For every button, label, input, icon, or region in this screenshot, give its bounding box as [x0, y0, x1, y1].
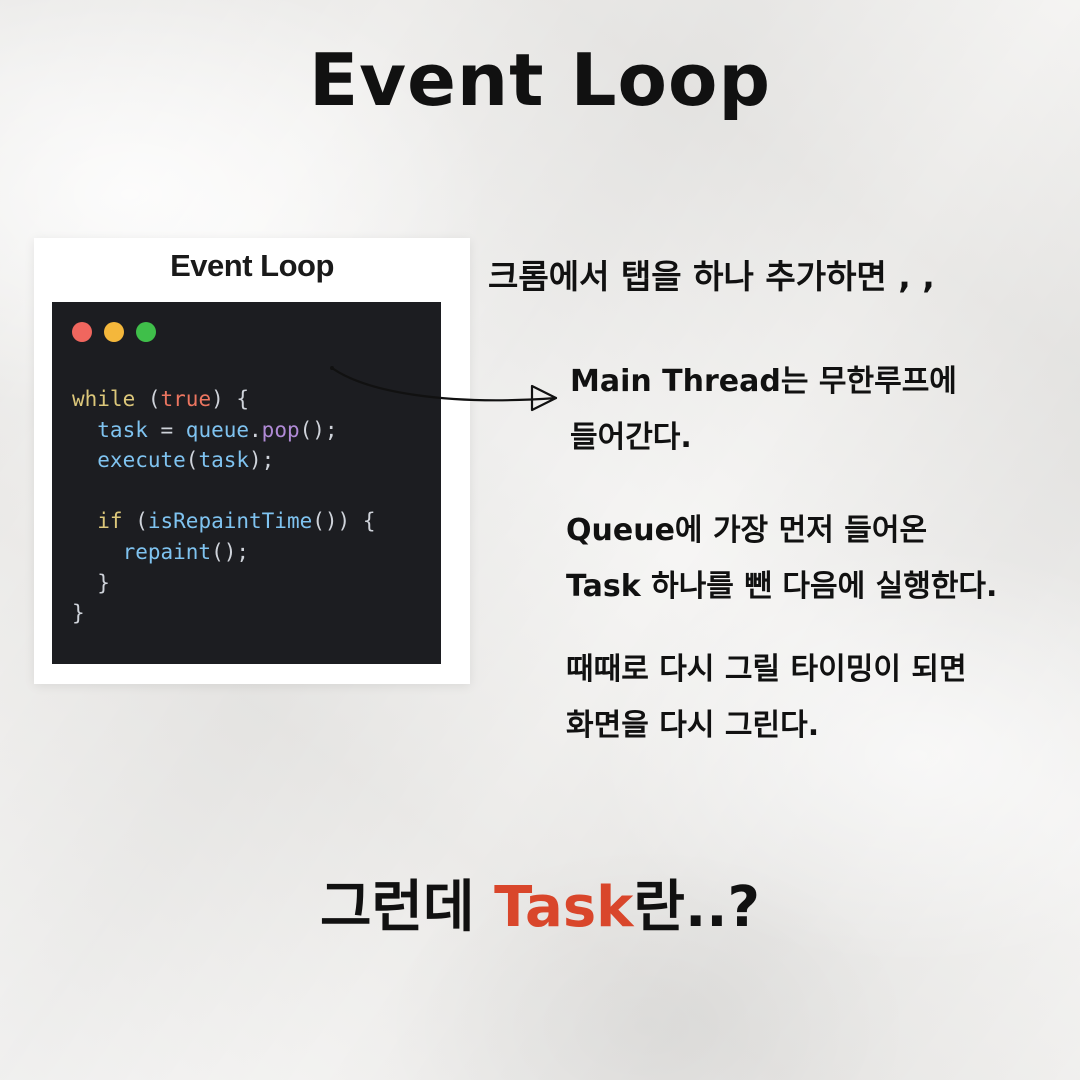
code-window: while (true) { task = queue.pop(); execu… — [52, 302, 441, 664]
bottom-question: 그런데 Task란..? — [0, 862, 1080, 943]
code-token: = — [147, 417, 186, 442]
paragraph-line: Queue에 가장 먼저 들어온 — [566, 513, 928, 548]
code-line: } — [72, 571, 110, 595]
code-line: task = queue.pop(); — [72, 417, 338, 442]
code-token: ) { — [211, 387, 250, 411]
code-token: queue — [185, 417, 250, 442]
code-block: while (true) { task = queue.pop(); execu… — [72, 384, 375, 629]
bottom-prefix: 그런데 — [320, 875, 495, 940]
code-token: task — [198, 448, 250, 473]
paragraph-repaint: 때때로 다시 그릴 타이밍이 되면 화면을 다시 그린다. — [566, 642, 967, 754]
code-token: ( — [185, 448, 199, 473]
paragraph-line: 화면을 다시 그린다. — [566, 708, 820, 743]
code-token: } — [72, 601, 85, 626]
caption-text: 크롬에서 탭을 하나 추가하면 , , — [488, 257, 935, 296]
code-token: . — [249, 417, 262, 442]
page-title: Event Loop — [308, 38, 772, 122]
code-token: execute — [72, 448, 186, 473]
code-card: Event Loop while (true) { task = queue.p… — [34, 238, 470, 684]
code-token: isRepaintTime — [147, 509, 313, 534]
card-title: Event Loop — [170, 248, 334, 283]
code-token: ); — [249, 448, 275, 473]
paragraph-line: Task 하나를 뺀 다음에 실행한다. — [566, 569, 998, 604]
code-line: execute(task); — [72, 448, 274, 472]
code-line: repaint(); — [72, 540, 249, 564]
code-token: } — [72, 570, 110, 595]
yellow-dot-icon — [104, 322, 124, 342]
code-token: task — [72, 417, 148, 442]
red-dot-icon — [72, 322, 92, 342]
code-token: if — [72, 509, 123, 534]
paragraph-line: 들어간다. — [570, 420, 692, 455]
code-line: if (isRepaintTime()) { — [72, 509, 375, 533]
paragraph-line: Main Thread는 무한루프에 — [570, 364, 957, 399]
code-token: pop — [261, 417, 300, 442]
code-token: (); — [299, 417, 338, 442]
code-token: (); — [211, 539, 250, 564]
code-token: true — [160, 387, 212, 411]
code-line: while (true) { — [72, 387, 249, 411]
bottom-suffix: 란..? — [633, 875, 760, 940]
bottom-highlight: Task — [494, 875, 634, 940]
code-token: ( — [122, 509, 148, 534]
code-line: } — [72, 601, 85, 625]
arrow-icon — [330, 366, 558, 412]
paragraph-main-thread: Main Thread는 무한루프에 들어간다. — [570, 354, 957, 466]
code-token: ( — [135, 387, 161, 411]
code-token: repaint — [72, 539, 212, 564]
code-token: ()) { — [312, 509, 376, 534]
code-token: while — [72, 387, 136, 411]
paragraph-line: 때때로 다시 그릴 타이밍이 되면 — [566, 652, 967, 687]
paragraph-queue: Queue에 가장 먼저 들어온 Task 하나를 뺀 다음에 실행한다. — [566, 503, 997, 615]
green-dot-icon — [136, 322, 156, 342]
